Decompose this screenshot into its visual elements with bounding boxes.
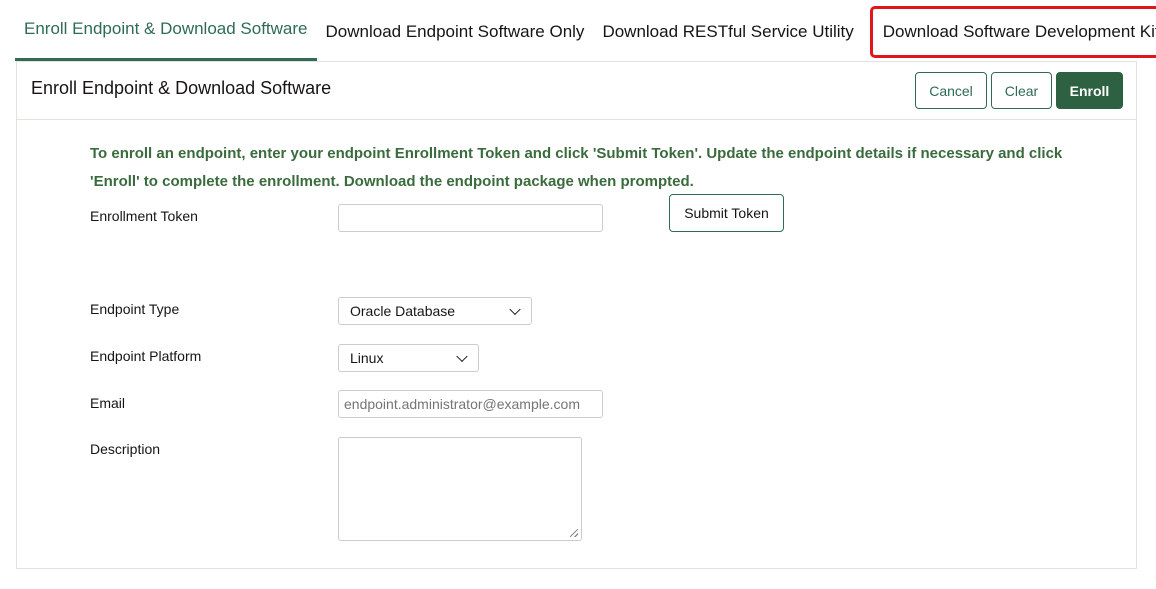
endpoint-type-value: Oracle Database: [350, 303, 456, 319]
cancel-button[interactable]: Cancel: [915, 72, 987, 109]
chevron-down-icon: [509, 303, 521, 316]
enroll-panel: Enroll Endpoint & Download Software Canc…: [16, 61, 1137, 569]
description-label: Description: [90, 441, 161, 457]
instructions-text: To enroll an endpoint, enter your endpoi…: [90, 145, 1063, 190]
tab-enroll-endpoint[interactable]: Enroll Endpoint & Download Software: [15, 0, 317, 61]
email-label: Email: [90, 395, 126, 411]
endpoint-platform-select[interactable]: Linux: [338, 344, 479, 372]
endpoint-type-select[interactable]: Oracle Database: [338, 297, 532, 325]
enrollment-token-label: Enrollment Token: [90, 208, 198, 224]
resize-handle-icon[interactable]: [570, 529, 578, 537]
clear-button[interactable]: Clear: [991, 72, 1052, 109]
enrollment-token-input[interactable]: [338, 204, 603, 232]
tab-download-sdk[interactable]: Download Software Development Kit: [867, 3, 1156, 61]
chevron-down-icon: [456, 350, 468, 363]
panel-title: Enroll Endpoint & Download Software: [31, 78, 332, 98]
tab-download-endpoint-software[interactable]: Download Endpoint Software Only: [317, 3, 594, 61]
submit-token-button[interactable]: Submit Token: [669, 194, 784, 232]
email-input[interactable]: [338, 390, 603, 418]
enroll-button[interactable]: Enroll: [1056, 72, 1123, 109]
tab-bar: Enroll Endpoint & Download Software Down…: [15, 0, 1156, 61]
endpoint-platform-label: Endpoint Platform: [90, 348, 202, 364]
tab-download-restful-utility[interactable]: Download RESTful Service Utility: [593, 3, 862, 61]
description-textarea[interactable]: [338, 437, 582, 541]
panel-header: Enroll Endpoint & Download Software Canc…: [17, 62, 1136, 120]
endpoint-platform-value: Linux: [350, 350, 384, 366]
endpoint-type-label: Endpoint Type: [90, 301, 180, 317]
